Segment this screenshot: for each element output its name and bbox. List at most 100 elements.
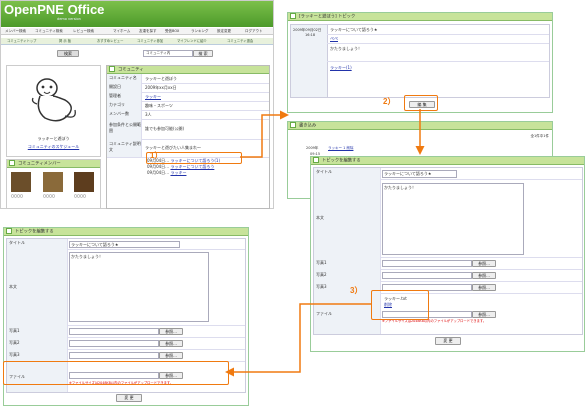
- title-input[interactable]: ラッキーについて語ろう★: [382, 170, 457, 178]
- topic-table: 2009年09月02日 16:18 ラッキーについて語ろう★ ぺぺ かたりましょ…: [290, 24, 550, 98]
- body-row: 本文 かたりましょう！: [314, 179, 582, 258]
- body-textarea-value: かたりましょう！: [71, 254, 103, 259]
- info-label: 開設日: [107, 83, 142, 92]
- photo1-label: 写真1: [7, 325, 68, 337]
- topic-time: 16:18: [305, 33, 316, 37]
- photo2-browse-button[interactable]: 参照...: [159, 340, 183, 347]
- title-label: タイトル: [7, 239, 68, 249]
- submit-result-button[interactable]: 変 更: [116, 394, 142, 402]
- comment-user-link[interactable]: ラッキー 1 削除: [328, 146, 353, 151]
- topic-author-link[interactable]: ぺぺ: [330, 36, 338, 42]
- search-scope-select[interactable]: コミュニティ内: [143, 50, 193, 57]
- photo2-browse-button[interactable]: 参照...: [472, 272, 496, 279]
- nav-myhome[interactable]: マイホーム: [113, 28, 130, 34]
- body-textarea[interactable]: かたりましょう！: [69, 252, 209, 322]
- topic-link[interactable]: ラッキーについて語ろう: [170, 164, 214, 169]
- photo3-browse-button[interactable]: 参照...: [159, 352, 183, 359]
- app-logo[interactable]: OpenPNE Office: [4, 2, 104, 17]
- nav-logout[interactable]: ログアウト: [245, 28, 263, 34]
- member-avatar[interactable]: [11, 172, 31, 192]
- edit-form: タイトル ラッキーについて語ろう★ 本文 かたりましょう！ 写真1 参照... …: [313, 167, 583, 335]
- member-avatar[interactable]: [43, 172, 63, 192]
- photo1-browse-button[interactable]: 参照...: [472, 260, 496, 267]
- body-textarea[interactable]: かたりましょう！: [382, 183, 524, 255]
- file-row: ファイル ラッキー.txt 削除 参照... ※ファイルサイズは2048KB以内…: [314, 293, 582, 334]
- community-tabs: コミュニティトップ 掲 示 板 おすすめレビュー コミュニティ参加 マイフレンド…: [1, 38, 273, 45]
- result-file-highlight: [3, 361, 229, 385]
- topic-link[interactable]: ラッキー: [170, 170, 186, 175]
- header-square-icon: [9, 160, 15, 166]
- tab-reviews[interactable]: おすすめレビュー: [97, 38, 123, 44]
- topic-date: 09月04日…: [147, 164, 170, 169]
- title-input-value: ラッキーについて語ろう★: [71, 242, 119, 247]
- nav-community-search[interactable]: コミュニティ検索: [35, 28, 63, 34]
- member-avatar[interactable]: [74, 172, 94, 192]
- tab-community-top[interactable]: コミュニティトップ: [7, 38, 36, 44]
- nav-member-search[interactable]: メンバー検索: [5, 28, 26, 34]
- body-label: 本文: [7, 249, 68, 325]
- comment-paging: 全1件中1件: [530, 134, 549, 138]
- edit-header-text: トピックを編集する: [322, 158, 361, 164]
- file-browse-button[interactable]: 参照...: [472, 311, 496, 318]
- photo1-file-input[interactable]: [69, 328, 159, 335]
- community-info-table: コミュニティ コミュニティ名 ラッキーと遊ぼう 開設日 2009年xx月xx日 管理…: [106, 65, 270, 209]
- step3-label: 3）: [350, 286, 363, 295]
- member-name[interactable]: 〇〇〇〇: [43, 194, 55, 198]
- photo1-browse-button[interactable]: 参照...: [159, 328, 183, 335]
- photo3-label: 写真3: [7, 349, 68, 361]
- submit-edit-button[interactable]: 変 更: [435, 337, 461, 345]
- body-label: 本文: [314, 179, 381, 257]
- community-name-caption: ラッキーと遊ぼう: [37, 136, 70, 141]
- topic-item: 09月04日… ラッキー: [147, 170, 267, 176]
- nav-find-friends[interactable]: 友達を探す: [139, 28, 157, 34]
- tab-leave[interactable]: コミュニティ退会: [227, 38, 253, 44]
- topic-title: ラッキーについて語ろう★: [330, 27, 378, 32]
- topic-date: 09月04日…: [147, 170, 170, 175]
- info-row: 参加条件と公開範囲 誰でも参加可能(公開): [107, 119, 269, 140]
- photo2-file-input[interactable]: [382, 272, 472, 279]
- topic-user-link[interactable]: ラッキー(1): [330, 65, 352, 71]
- photo3-browse-button[interactable]: 参照...: [472, 284, 496, 291]
- admin-link[interactable]: ラッキー: [145, 94, 161, 100]
- photo2-label: 写真2: [7, 337, 68, 349]
- step2-highlight: [404, 95, 438, 111]
- tab-bbs[interactable]: 掲 示 板: [59, 38, 71, 44]
- tab-join[interactable]: コミュニティ参加: [137, 38, 163, 44]
- member-name[interactable]: 〇〇〇〇: [11, 194, 23, 198]
- photo2-file-input[interactable]: [69, 340, 159, 347]
- photo1-label: 写真1: [314, 257, 381, 269]
- topic-header-text: [ラッキーと遊ぼう] トピック: [299, 14, 356, 20]
- title-label: タイトル: [314, 168, 381, 179]
- info-label: メンバー数: [107, 110, 142, 119]
- info-value: ラッキーと遊ぼう: [145, 76, 177, 81]
- member-name[interactable]: 〇〇〇〇: [74, 194, 86, 198]
- header-square-icon: [290, 122, 296, 128]
- nav-review-search[interactable]: レビュー検索: [73, 28, 94, 34]
- header-square-icon: [313, 157, 319, 163]
- nav-ranking[interactable]: ランキング: [191, 28, 208, 34]
- photo3-file-input[interactable]: [69, 352, 159, 359]
- title-input[interactable]: ラッキーについて語ろう★: [69, 241, 180, 248]
- nav-settings[interactable]: 設定変更: [217, 28, 231, 34]
- comment-date: 2009年: [306, 146, 319, 150]
- search-scope-label: コミュニティ内: [146, 51, 171, 55]
- logo-title: OpenPNE Office: [4, 2, 105, 17]
- info-header: コミュニティ: [107, 66, 269, 74]
- search-button[interactable]: 検索: [57, 50, 79, 57]
- topic-date-col: 2009年09月02日 16:18: [291, 25, 328, 97]
- community-members-panel: コミュニティメンバー 〇〇〇〇 〇〇〇〇 〇〇〇〇: [6, 159, 101, 209]
- body-textarea-value: かたりましょう！: [384, 185, 416, 190]
- comment-window-header: 書き込み: [288, 122, 552, 130]
- search-go-button[interactable]: 検 索: [193, 50, 213, 57]
- photo1-file-input[interactable]: [382, 260, 472, 267]
- comment-header-text: 書き込み: [299, 123, 317, 129]
- header-square-icon: [290, 13, 296, 19]
- topic-body-row: かたりましょう！: [327, 43, 549, 62]
- nav-inbox[interactable]: 受信BOX: [165, 28, 179, 34]
- community-schedule-link[interactable]: コミュニティのスケジュール: [7, 144, 100, 150]
- info-label: 管理者: [107, 92, 142, 101]
- result-window-header: トピックを編集する: [4, 228, 248, 236]
- tab-introduce[interactable]: マイフレンドに紹介: [177, 38, 207, 44]
- step2-label: 2）: [383, 97, 396, 106]
- result-header-text: トピックを編集する: [15, 229, 54, 235]
